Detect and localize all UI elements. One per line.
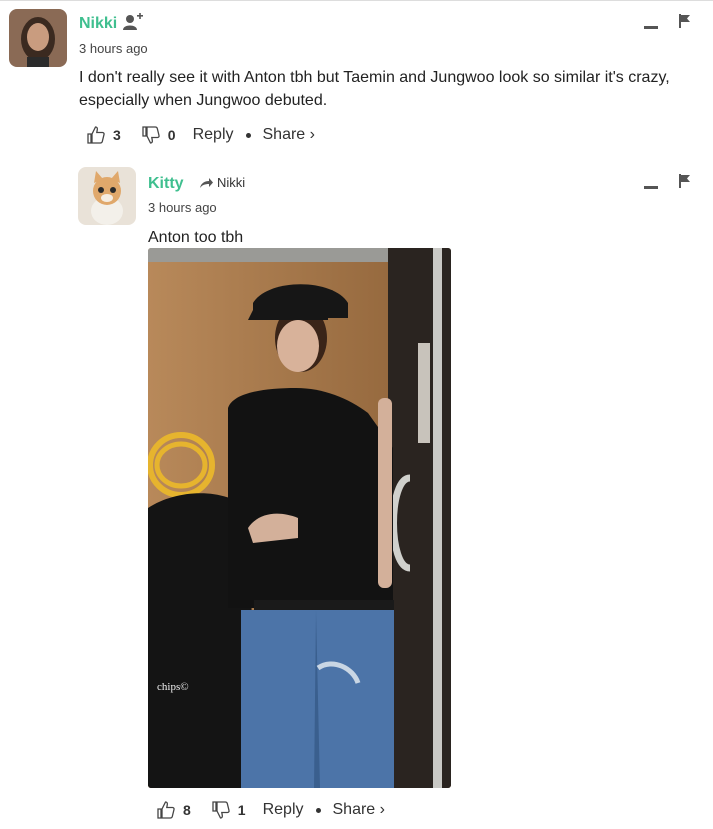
comment-image[interactable]: chips©: [148, 248, 451, 788]
downvote-count: 1: [237, 802, 246, 818]
avatar-nikki-image: [9, 9, 67, 67]
thumbs-up-icon: [157, 801, 175, 819]
reply-button[interactable]: Reply: [193, 126, 234, 144]
thumbs-down-icon: [212, 801, 230, 819]
separator-dot: [315, 807, 321, 813]
flag-icon[interactable]: [679, 174, 691, 193]
collapse-icon[interactable]: [644, 186, 658, 189]
comment-actions: 3 0 Reply Share ›: [87, 126, 315, 144]
comment-actions: 8 1 Reply Share ›: [157, 801, 385, 819]
thumbs-down-icon: [142, 126, 160, 144]
share-button[interactable]: Share ›: [333, 801, 385, 819]
comment-text-line: I don't really see it with Anton tbh but…: [79, 69, 670, 86]
flag-icon[interactable]: [679, 14, 691, 33]
follow-user-icon[interactable]: [123, 13, 143, 36]
comment-text: I don't really see it with Anton tbh but…: [79, 66, 670, 112]
upvote-count: 3: [113, 127, 121, 143]
reply-to-name: Nikki: [217, 175, 246, 190]
upvote-button[interactable]: 8: [157, 801, 191, 819]
image-watermark: chips©: [157, 681, 189, 693]
top-divider: [0, 0, 713, 1]
downvote-button[interactable]: 0: [142, 126, 176, 144]
share-button[interactable]: Share ›: [263, 126, 315, 144]
reply-arrow-icon: [200, 177, 213, 188]
photo-person-in-doorway: [148, 248, 451, 788]
separator-dot: [245, 132, 251, 138]
collapse-icon[interactable]: [644, 26, 658, 29]
timestamp: 3 hours ago: [148, 200, 217, 215]
comment-text: Anton too tbh: [148, 229, 244, 246]
avatar[interactable]: [78, 167, 136, 225]
avatar[interactable]: [9, 9, 67, 67]
upvote-count: 8: [183, 802, 191, 818]
timestamp: 3 hours ago: [79, 41, 148, 56]
username[interactable]: Kitty: [148, 175, 184, 193]
downvote-button[interactable]: 1: [212, 801, 246, 819]
comment-text-line: especially when Jungwoo debuted.: [79, 92, 328, 109]
reply-to-indicator[interactable]: Nikki: [199, 175, 245, 190]
downvote-count: 0: [167, 127, 176, 143]
username[interactable]: Nikki: [79, 15, 117, 33]
upvote-button[interactable]: 3: [87, 126, 121, 144]
reply-button[interactable]: Reply: [263, 801, 304, 819]
thumbs-up-icon: [87, 126, 105, 144]
avatar-kitty-image: [78, 167, 136, 225]
